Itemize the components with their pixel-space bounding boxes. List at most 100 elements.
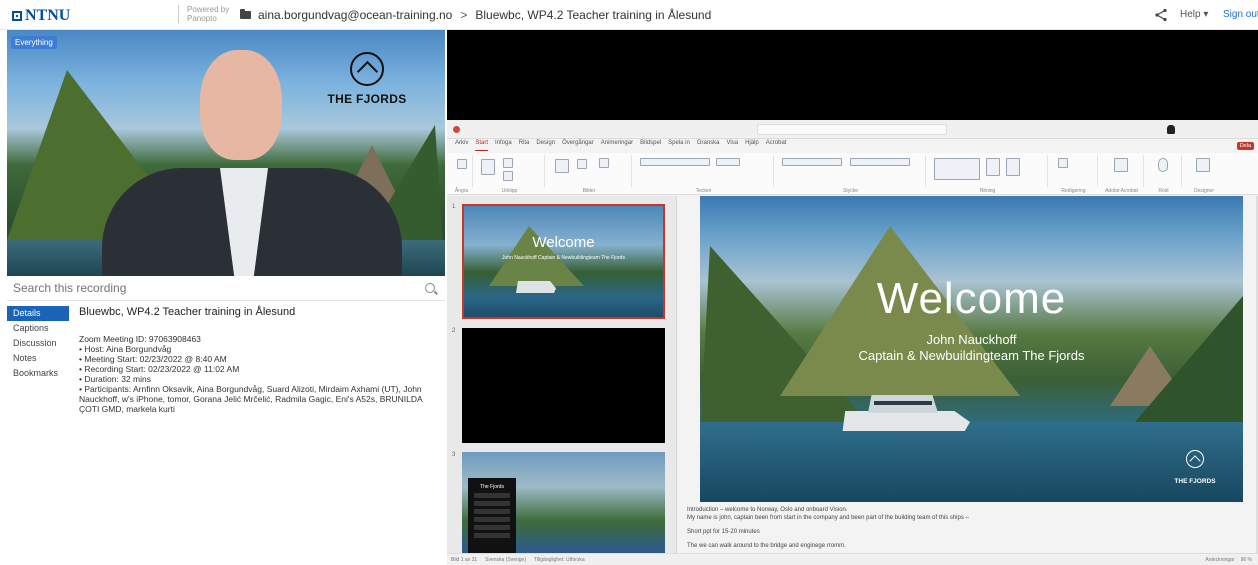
slide-number: 1 — [452, 204, 456, 210]
duration: • Duration: 32 mins — [79, 374, 151, 384]
dictate-icon[interactable] — [1158, 158, 1168, 172]
ribbon-tab-design[interactable]: Design — [536, 140, 555, 151]
ribbon-tab-start[interactable]: Start — [475, 140, 489, 151]
ntnu-logo[interactable]: NTNU — [12, 7, 70, 25]
slide-title: Welcome — [876, 274, 1067, 323]
tab-details[interactable]: Details — [7, 306, 69, 321]
text-direction[interactable] — [850, 158, 910, 166]
tab-discussion[interactable]: Discussion — [7, 336, 69, 351]
ribbon-tab-spela-in[interactable]: Spela in — [668, 140, 690, 151]
search-icon[interactable] — [425, 283, 435, 293]
speaker-notes[interactable]: Introduction – welcome to Norway, Oslo a… — [687, 506, 1247, 556]
user-avatar-icon[interactable] — [1167, 125, 1175, 134]
list-controls[interactable] — [782, 158, 842, 166]
thumb-subtitle: John Nauckhoff Captain & Newbuildingteam… — [502, 255, 625, 261]
find-icon[interactable] — [1058, 158, 1068, 168]
reuse-slides-icon[interactable] — [577, 159, 587, 169]
current-slide[interactable]: Welcome John Nauckhoff Captain & Newbuil… — [700, 196, 1243, 502]
ribbon: Ångra Urklipp Bilder Tecken Stycke Ritni… — [447, 153, 1258, 195]
fjords-logo-icon — [1186, 450, 1204, 468]
font-size-select[interactable] — [716, 158, 740, 166]
ribbon-group-undo: Ångra — [451, 155, 473, 194]
share-icon[interactable] — [1154, 8, 1168, 22]
ribbon-tab-visa[interactable]: Visa — [727, 140, 739, 151]
recording-start: • Recording Start: 02/23/2022 @ 11:02 AM — [79, 364, 240, 374]
ribbon-group-slides: Bilder — [547, 155, 632, 194]
ribbon-group-font: Tecken — [634, 155, 774, 194]
slide-number: 2 — [452, 328, 456, 334]
help-menu[interactable]: Help ▾ — [1180, 9, 1208, 20]
ribbon-group-editing: Redigering — [1050, 155, 1098, 194]
details-title: Bluewbc, WP4.2 Teacher training in Ålesu… — [79, 306, 296, 318]
slide-thumbnail-3[interactable]: The Fjords — [462, 452, 665, 553]
arrange-icon[interactable] — [986, 158, 1000, 176]
autosave-icon — [453, 126, 460, 133]
breadcrumb: aina.borgundvag@ocean-training.no > Blue… — [258, 8, 711, 22]
speaker — [102, 50, 402, 276]
cut-icon[interactable] — [503, 158, 513, 168]
top-bar: NTNU Powered by Panopto aina.borgundvag@… — [0, 0, 1258, 30]
paste-icon[interactable] — [481, 159, 495, 175]
the-fjords-logo: THE FJORDS — [327, 52, 407, 108]
share-button[interactable]: Dela — [1236, 142, 1254, 150]
details-panel: Bluewbc, WP4.2 Teacher training in Ålesu… — [79, 306, 439, 414]
slide-fjords-logo: THE FJORDS — [1170, 450, 1220, 488]
ribbon-tab-granska[interactable]: Granska — [697, 140, 720, 151]
ribbon-tab-overgangar[interactable]: Övergångar — [562, 140, 594, 151]
zoom-level[interactable]: 96 % — [1241, 557, 1252, 563]
ribbon-tab-bildspel[interactable]: Bildspel — [640, 140, 661, 151]
quick-styles-icon[interactable] — [1006, 158, 1020, 176]
breadcrumb-folder[interactable]: aina.borgundvag@ocean-training.no — [258, 8, 452, 22]
create-pdf-icon[interactable] — [1114, 158, 1128, 172]
slide-thumbnails: 1 Welcome John Nauckhoff Captain & Newbu… — [447, 196, 677, 553]
slide-thumbnail-2[interactable] — [462, 328, 665, 443]
slide-subtitle-role: Captain & Newbuildingteam The Fjords — [858, 348, 1085, 363]
notes-line: The we can walk around to the bridge and… — [687, 543, 846, 549]
breadcrumb-session: Bluewbc, WP4.2 Teacher training in Ålesu… — [475, 8, 712, 22]
side-tabs: Details Captions Discussion Notes Bookma… — [7, 306, 69, 381]
host: • Host: Aina Borgundvåg — [79, 344, 172, 354]
ribbon-group-paragraph: Stycke — [776, 155, 926, 194]
font-select[interactable] — [640, 158, 710, 166]
tab-captions[interactable]: Captions — [7, 321, 69, 336]
shapes-gallery[interactable] — [934, 158, 980, 180]
speaker-video[interactable]: THE FJORDS — [7, 30, 445, 276]
ribbon-tab-animeringar[interactable]: Animeringar — [601, 140, 633, 151]
new-slide-icon[interactable] — [555, 159, 569, 173]
ribbon-tab-rita[interactable]: Rita — [519, 140, 530, 151]
ribbon-tab-arkiv[interactable]: Arkiv — [455, 140, 468, 151]
ribbon-tab-hjalp[interactable]: Hjälp — [745, 140, 759, 151]
stream-badge[interactable]: Everything — [11, 36, 57, 49]
meeting-start: • Meeting Start: 02/23/2022 @ 8:40 AM — [79, 354, 227, 364]
sign-out-link[interactable]: Sign out — [1223, 9, 1258, 20]
notes-line: Introduction – welcome to Norway, Oslo a… — [687, 507, 848, 513]
search-bar — [7, 277, 445, 301]
accessibility-status[interactable]: Tillgänglighet: Utforska — [534, 557, 585, 563]
notes-toggle-button[interactable]: Anteckningar — [1205, 557, 1234, 563]
language-status[interactable]: Svenska (Sverige) — [485, 557, 526, 563]
ppt-search-box[interactable] — [757, 124, 947, 135]
notes-line: Short ppt for 15-20 minutes — [687, 529, 760, 535]
tab-notes[interactable]: Notes — [7, 351, 69, 366]
ribbon-group-acrobat: Adobe Acrobat — [1100, 155, 1144, 194]
speaker-head — [200, 50, 282, 160]
powerpoint-window: Arkiv Start Infoga Rita Design Övergånga… — [447, 120, 1258, 565]
thumb-title: Welcome — [532, 234, 595, 251]
breadcrumb-separator: > — [460, 8, 468, 22]
layout-icon[interactable] — [599, 158, 609, 168]
ribbon-tab-infoga[interactable]: Infoga — [495, 140, 512, 151]
meeting-id: Zoom Meeting ID: 97063908463 — [79, 334, 201, 344]
undo-icon[interactable] — [457, 159, 467, 169]
thumb-text-card: The Fjords — [468, 478, 516, 553]
notes-line: My name is john, captain been from start… — [687, 515, 969, 521]
search-input[interactable] — [13, 281, 413, 295]
designer-icon[interactable] — [1196, 158, 1210, 172]
ribbon-tab-acrobat[interactable]: Acrobat — [766, 140, 787, 151]
fjords-logo-icon — [350, 52, 384, 86]
status-bar: Bild 1 av 31 Svenska (Sverige) Tillgängl… — [447, 553, 1258, 565]
ntnu-logo-text: NTNU — [25, 7, 71, 24]
slide-thumbnail-1[interactable]: Welcome John Nauckhoff Captain & Newbuil… — [462, 204, 665, 319]
copy-icon[interactable] — [503, 171, 513, 181]
tab-bookmarks[interactable]: Bookmarks — [7, 366, 69, 381]
slide-subtitle-name: John Nauckhoff — [926, 332, 1017, 347]
